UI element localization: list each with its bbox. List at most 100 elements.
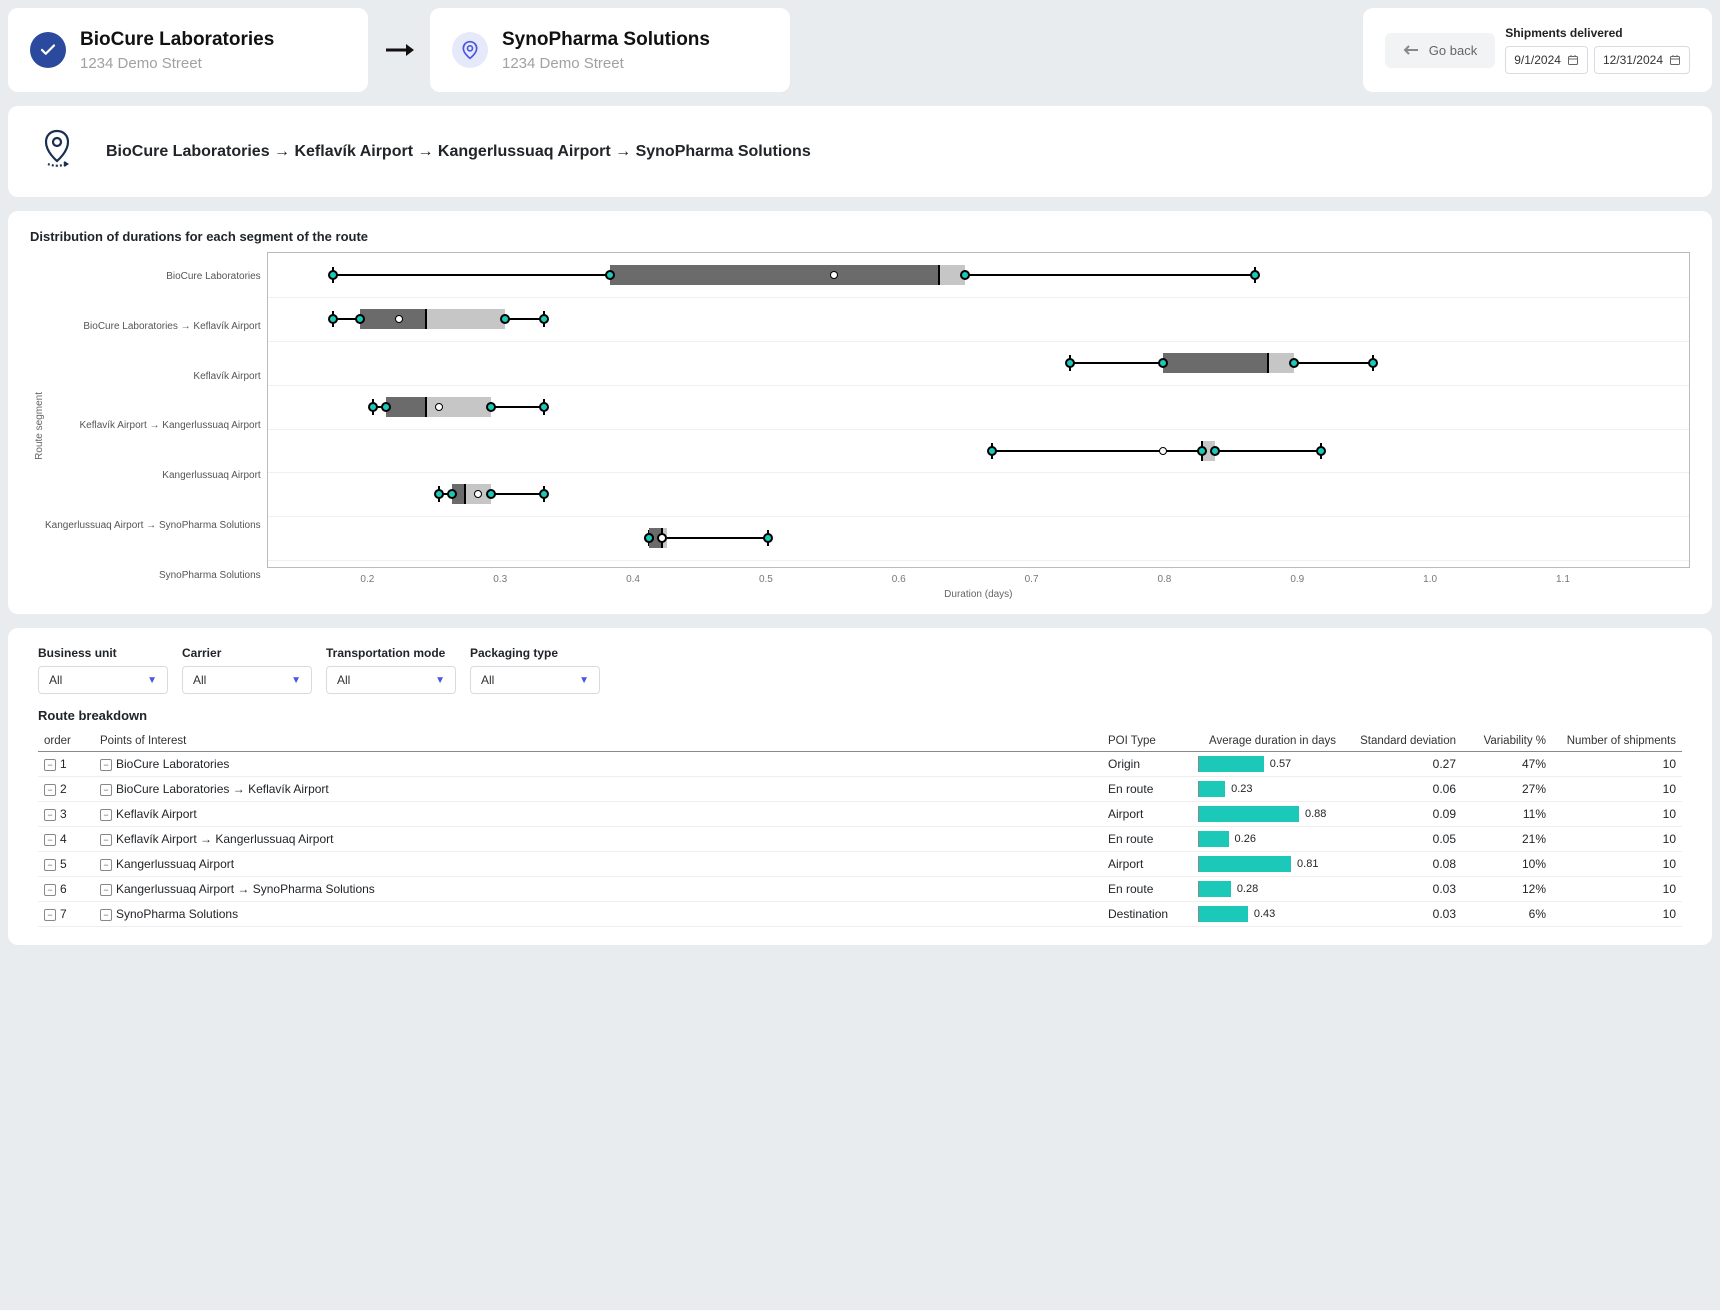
- calendar-icon: [1669, 54, 1681, 66]
- y-tick-label: Kangerlussuaq Airport → SynoPharma Solut…: [45, 503, 261, 547]
- filter-bu-select[interactable]: All▼: [38, 666, 168, 694]
- x-tick-label: 0.9: [1231, 574, 1364, 585]
- boxplot-row: [268, 341, 1689, 385]
- avg-bar: [1199, 881, 1231, 897]
- collapse-icon[interactable]: −: [44, 884, 56, 896]
- filter-carrier-select[interactable]: All▼: [182, 666, 312, 694]
- filter-carrier-label: Carrier: [182, 646, 312, 660]
- th-ship: Number of shipments: [1552, 731, 1682, 752]
- calendar-icon: [1567, 54, 1579, 66]
- destination-address: 1234 Demo Street: [502, 55, 710, 72]
- y-tick-label: BioCure Laboratories → Keflavík Airport: [45, 305, 261, 349]
- table-row: −2−BioCure Laboratories → Keflavík Airpo…: [38, 777, 1682, 802]
- boxplot-row: [268, 516, 1689, 560]
- y-tick-label: BioCure Laboratories: [45, 255, 261, 299]
- collapse-icon[interactable]: −: [100, 809, 112, 821]
- arrow-left-icon: [1403, 44, 1419, 56]
- th-avg: Average duration in days: [1192, 731, 1342, 752]
- table-row: −5−Kangerlussuaq AirportAirport0.810.081…: [38, 852, 1682, 877]
- avg-bar: [1199, 831, 1229, 847]
- x-axis-label: Duration (days): [267, 589, 1690, 600]
- pin-icon: [452, 32, 488, 68]
- y-tick-label: SynoPharma Solutions: [45, 553, 261, 597]
- boxplot-row: [268, 429, 1689, 473]
- table-row: −3−Keflavík AirportAirport0.880.0911%10: [38, 802, 1682, 827]
- route-breakdown-title: Route breakdown: [38, 708, 1682, 723]
- filter-pack-label: Packaging type: [470, 646, 600, 660]
- origin-card: BioCure Laboratories 1234 Demo Street: [8, 8, 368, 92]
- controls-card: Go back Shipments delivered 9/1/2024 12/…: [1363, 8, 1712, 92]
- table-row: −7−SynoPharma SolutionsDestination0.430.…: [38, 902, 1682, 927]
- chart-title: Distribution of durations for each segme…: [30, 229, 1690, 244]
- x-tick-label: 0.6: [832, 574, 965, 585]
- th-type: POI Type: [1102, 731, 1192, 752]
- avg-bar: [1199, 781, 1225, 797]
- filter-mode-label: Transportation mode: [326, 646, 456, 660]
- collapse-icon[interactable]: −: [100, 884, 112, 896]
- destination-card: SynoPharma Solutions 1234 Demo Street: [430, 8, 790, 92]
- x-tick-labels: 0.20.30.40.50.60.70.80.91.01.1: [301, 568, 1629, 587]
- filter-bu-label: Business unit: [38, 646, 168, 660]
- route-path-card: BioCure Laboratories → Keflavík Airport …: [8, 106, 1712, 197]
- check-icon: [30, 32, 66, 68]
- arrow-right-icon: [380, 41, 418, 59]
- origin-address: 1234 Demo Street: [80, 55, 274, 72]
- boxplot-row: [268, 472, 1689, 516]
- boxplot-row: [268, 385, 1689, 429]
- x-tick-label: 1.1: [1497, 574, 1630, 585]
- route-path-text: BioCure Laboratories → Keflavík Airport …: [106, 143, 811, 161]
- collapse-icon[interactable]: −: [44, 859, 56, 871]
- date-from-input[interactable]: 9/1/2024: [1505, 46, 1588, 74]
- origin-name: BioCure Laboratories: [80, 29, 274, 51]
- avg-bar: [1199, 906, 1248, 922]
- y-tick-label: Keflavík Airport → Kangerlussuaq Airport: [45, 404, 261, 448]
- avg-bar: [1199, 856, 1291, 872]
- shipments-delivered-label: Shipments delivered: [1505, 26, 1690, 40]
- x-tick-label: 1.0: [1364, 574, 1497, 585]
- avg-bar: [1199, 806, 1299, 822]
- th-var: Variability %: [1462, 731, 1552, 752]
- chevron-down-icon: ▼: [579, 675, 589, 686]
- table-row: −4−Keflavík Airport → Kangerlussuaq Airp…: [38, 827, 1682, 852]
- collapse-icon[interactable]: −: [44, 784, 56, 796]
- x-tick-label: 0.2: [301, 574, 434, 585]
- boxplot-row: [268, 253, 1689, 297]
- collapse-icon[interactable]: −: [100, 784, 112, 796]
- collapse-icon[interactable]: −: [100, 759, 112, 771]
- chevron-down-icon: ▼: [435, 675, 445, 686]
- boxplot-region: [267, 252, 1690, 568]
- x-tick-label: 0.3: [434, 574, 567, 585]
- x-tick-label: 0.7: [965, 574, 1098, 585]
- collapse-icon[interactable]: −: [100, 834, 112, 846]
- go-back-button[interactable]: Go back: [1385, 33, 1495, 68]
- y-axis-label: Route segment: [30, 392, 45, 460]
- filter-pack-select[interactable]: All▼: [470, 666, 600, 694]
- chart-card: Distribution of durations for each segme…: [8, 211, 1712, 614]
- collapse-icon[interactable]: −: [100, 909, 112, 921]
- y-tick-labels: BioCure Laboratories BioCure Laboratories…: [45, 252, 267, 600]
- boxplot-row: [268, 297, 1689, 341]
- x-tick-label: 0.8: [1098, 574, 1231, 585]
- th-poi: Points of Interest: [94, 731, 1102, 752]
- avg-bar: [1199, 756, 1264, 772]
- route-pin-icon: [38, 128, 76, 175]
- th-order: order: [38, 731, 94, 752]
- breakdown-card: Business unit All▼ Carrier All▼ Transpor…: [8, 628, 1712, 945]
- destination-name: SynoPharma Solutions: [502, 29, 710, 51]
- chevron-down-icon: ▼: [147, 675, 157, 686]
- go-back-label: Go back: [1429, 43, 1477, 58]
- th-std: Standard deviation: [1342, 731, 1462, 752]
- x-tick-label: 0.5: [699, 574, 832, 585]
- collapse-icon[interactable]: −: [44, 809, 56, 821]
- date-to-input[interactable]: 12/31/2024: [1594, 46, 1690, 74]
- collapse-icon[interactable]: −: [44, 909, 56, 921]
- route-breakdown-table: order Points of Interest POI Type Averag…: [38, 731, 1682, 927]
- collapse-icon[interactable]: −: [100, 859, 112, 871]
- filter-mode-select[interactable]: All▼: [326, 666, 456, 694]
- y-tick-label: Keflavík Airport: [45, 354, 261, 398]
- table-row: −6−Kangerlussuaq Airport → SynoPharma So…: [38, 877, 1682, 902]
- table-row: −1−BioCure LaboratoriesOrigin0.570.2747%…: [38, 752, 1682, 777]
- chevron-down-icon: ▼: [291, 675, 301, 686]
- collapse-icon[interactable]: −: [44, 834, 56, 846]
- collapse-icon[interactable]: −: [44, 759, 56, 771]
